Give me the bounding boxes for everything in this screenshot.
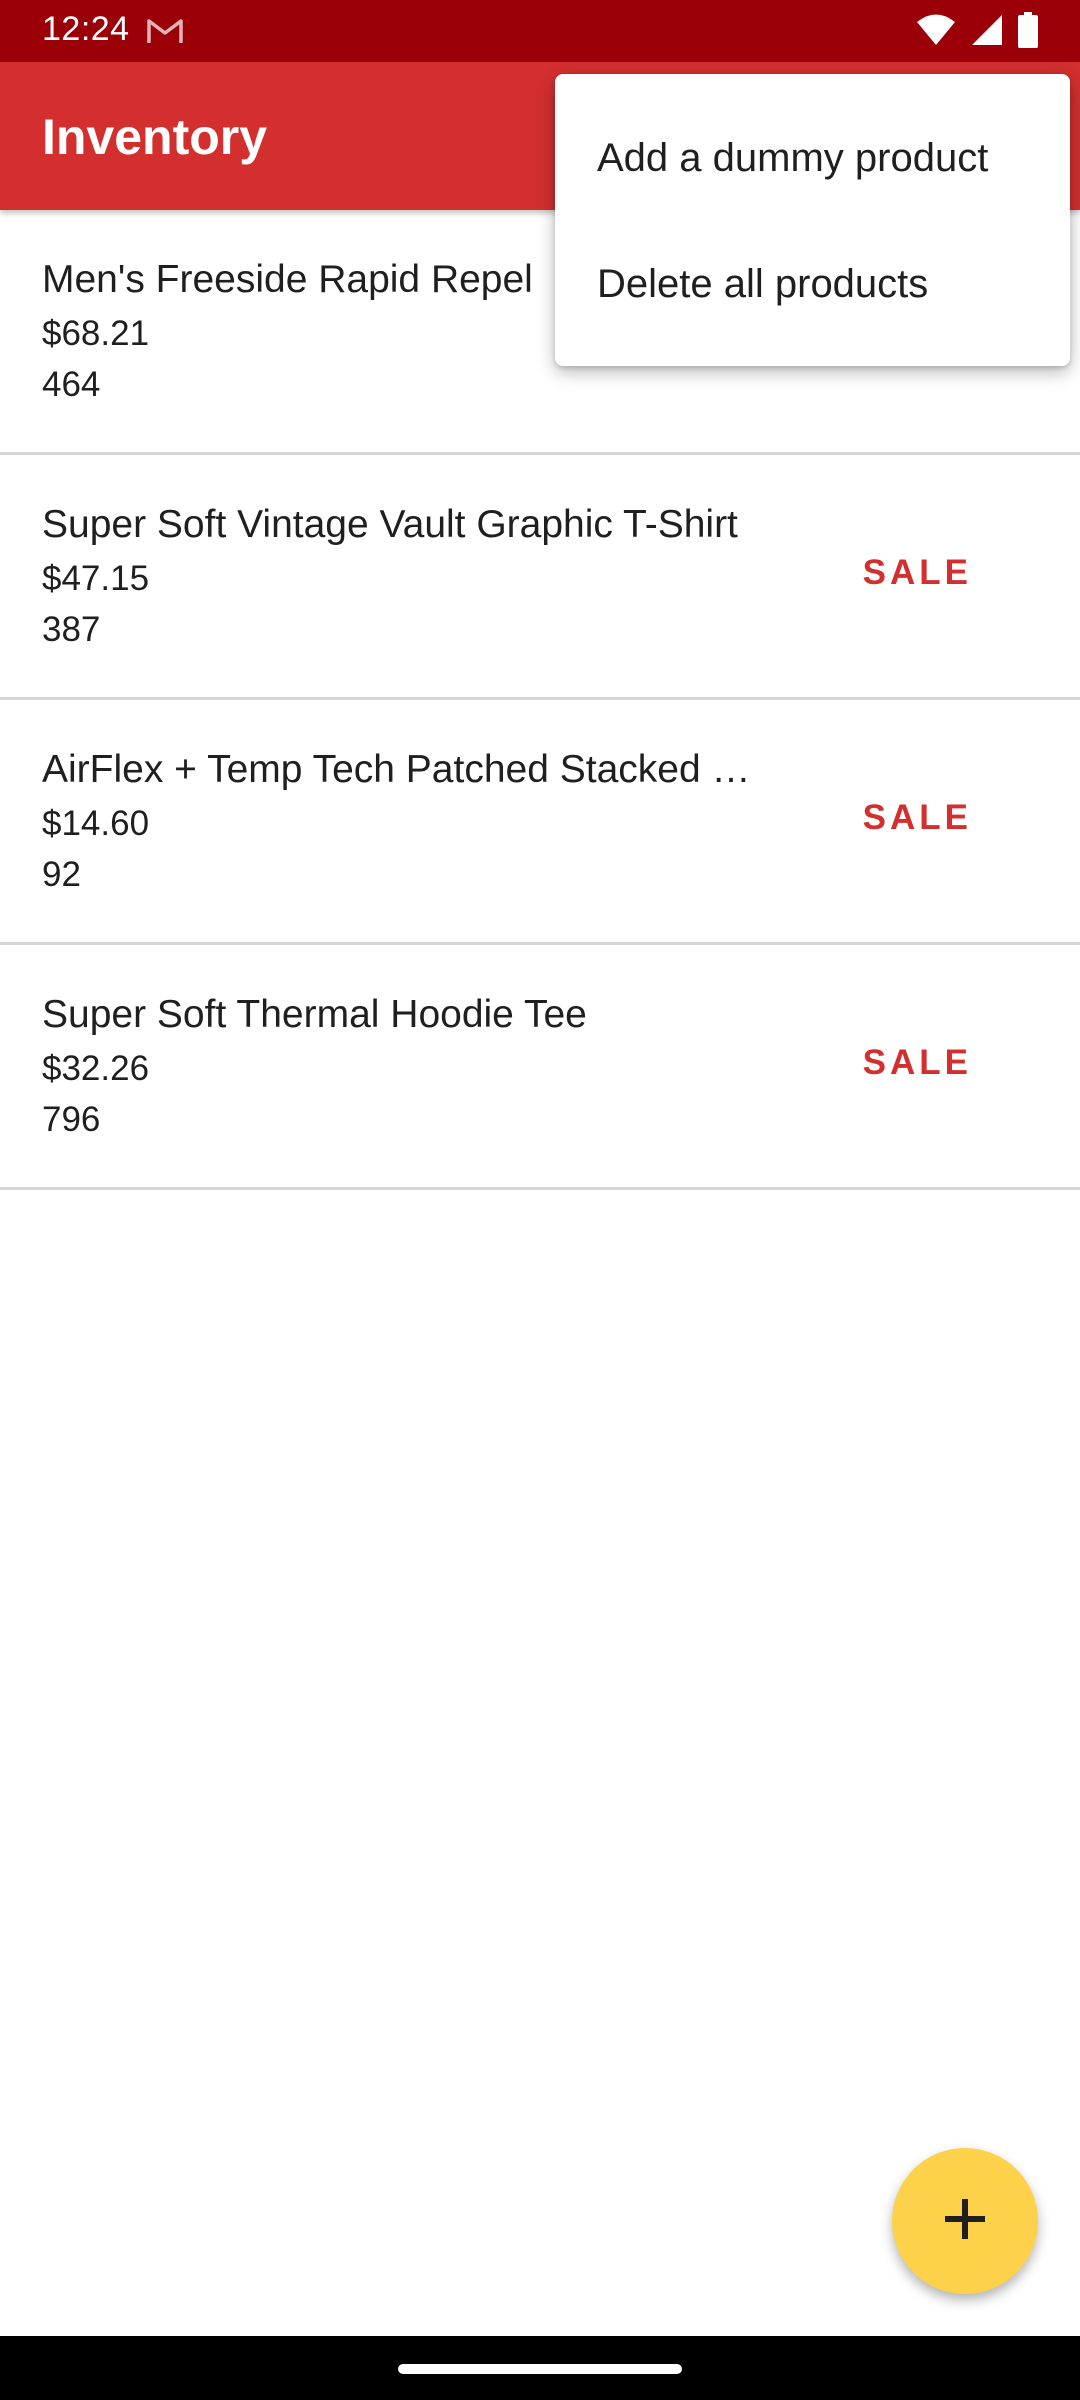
product-name: Super Soft Thermal Hoodie Tee: [42, 993, 587, 1036]
product-quantity: 796: [42, 1100, 101, 1139]
battery-icon: [1018, 12, 1038, 53]
menu-item-add-dummy-product[interactable]: Add a dummy product: [597, 136, 988, 181]
add-product-button[interactable]: [892, 2148, 1038, 2294]
sale-button[interactable]: SALE: [863, 798, 972, 838]
home-gesture-handle[interactable]: [398, 2364, 682, 2374]
product-price: $47.15: [42, 559, 150, 598]
cellular-signal-icon: [970, 13, 1004, 52]
sale-button[interactable]: SALE: [863, 1043, 972, 1083]
sale-button[interactable]: SALE: [863, 553, 972, 593]
navigation-bar: [0, 2336, 1080, 2400]
plus-icon: [943, 2197, 987, 2246]
gmail-icon: [146, 16, 184, 51]
status-icons: [916, 12, 1038, 53]
product-name: AirFlex + Temp Tech Patched Stacked …: [42, 748, 751, 791]
product-quantity: 464: [42, 365, 101, 404]
product-name: Men's Freeside Rapid Repel: [42, 258, 533, 301]
status-bar: 12:24: [0, 0, 1080, 62]
product-price: $68.21: [42, 314, 150, 353]
product-row[interactable]: AirFlex + Temp Tech Patched Stacked … $1…: [0, 700, 1080, 945]
wifi-icon: [916, 13, 956, 52]
overflow-menu: Add a dummy product Delete all products: [555, 74, 1070, 366]
product-price: $32.26: [42, 1049, 150, 1088]
product-quantity: 387: [42, 610, 101, 649]
page-title: Inventory: [42, 109, 268, 165]
menu-item-delete-all-products[interactable]: Delete all products: [597, 262, 928, 307]
product-price: $14.60: [42, 804, 150, 843]
product-row[interactable]: Super Soft Vintage Vault Graphic T-Shirt…: [0, 455, 1080, 700]
product-row[interactable]: Super Soft Thermal Hoodie Tee $32.26 796…: [0, 945, 1080, 1190]
product-name: Super Soft Vintage Vault Graphic T-Shirt: [42, 503, 738, 546]
status-time: 12:24: [42, 10, 130, 48]
product-quantity: 92: [42, 855, 81, 894]
